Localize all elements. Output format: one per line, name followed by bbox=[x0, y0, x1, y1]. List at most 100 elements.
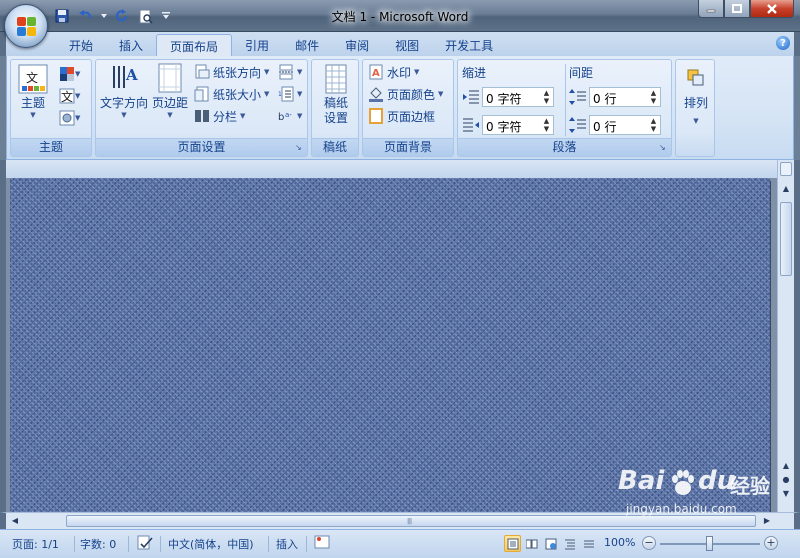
chevron-down-icon: ▼ bbox=[75, 70, 81, 78]
theme-group-label: 主题 bbox=[11, 138, 91, 156]
size-button[interactable]: 纸张大小 ▼ bbox=[194, 84, 269, 104]
svg-text:1: 1 bbox=[278, 91, 282, 98]
chevron-down-icon: ▼ bbox=[167, 111, 173, 119]
chevron-down-icon: ▼ bbox=[264, 68, 270, 76]
office-button[interactable] bbox=[4, 4, 48, 48]
ruler-strip bbox=[6, 160, 782, 178]
page-borders-icon bbox=[368, 108, 384, 124]
browse-object-icon[interactable]: ● bbox=[779, 474, 793, 486]
view-buttons bbox=[504, 535, 597, 552]
maximize-button[interactable] bbox=[724, 0, 750, 18]
chevron-down-icon: ▼ bbox=[297, 90, 303, 98]
orientation-button[interactable]: 纸张方向 ▼ bbox=[194, 62, 269, 82]
web-layout-view-icon[interactable] bbox=[542, 535, 559, 552]
draft-paper-settings-button[interactable]: 稿纸 设置 bbox=[316, 64, 356, 126]
scroll-left-icon[interactable]: ◀ bbox=[8, 514, 22, 528]
minimize-button[interactable] bbox=[698, 0, 724, 18]
page-setup-group: A 文字方向 ▼ 页边距 ▼ 纸张方向 ▼ 纸张大小 ▼ 分栏 ▼ ▼ 1 ▼ … bbox=[95, 59, 308, 157]
columns-button[interactable]: 分栏 ▼ bbox=[194, 106, 245, 126]
ribbon-tabs-bar: 开始 插入 页面布局 引用 邮件 审阅 视图 开发工具 ? bbox=[0, 32, 800, 56]
theme-fonts-button[interactable]: 文 ▼ bbox=[59, 86, 80, 106]
page-color-button[interactable]: 页面颜色 ▼ bbox=[368, 84, 443, 104]
tab-view[interactable]: 视图 bbox=[382, 34, 432, 56]
draft-paper-group: 稿纸 设置 稿纸 bbox=[311, 59, 359, 157]
spelling-check-icon[interactable] bbox=[136, 534, 154, 555]
margins-button[interactable]: 页边距 ▼ bbox=[150, 62, 190, 119]
insert-mode-indicator[interactable]: 插入 bbox=[276, 536, 298, 552]
hyphenation-button[interactable]: b a- ▼ bbox=[278, 106, 302, 126]
print-layout-view-icon[interactable] bbox=[504, 535, 521, 552]
scroll-up-icon[interactable]: ▲ bbox=[779, 182, 793, 196]
hyphenation-icon: b a- bbox=[278, 108, 294, 124]
outline-view-icon[interactable] bbox=[561, 535, 578, 552]
spacing-after-icon bbox=[569, 117, 586, 133]
tab-page-layout[interactable]: 页面布局 bbox=[156, 34, 233, 56]
chevron-down-icon: ▼ bbox=[75, 114, 81, 122]
zoom-slider-thumb[interactable] bbox=[706, 536, 713, 551]
orientation-icon bbox=[194, 64, 210, 80]
zoom-level[interactable]: 100% bbox=[604, 536, 635, 549]
indent-right-control: 0 字符 ▲ ▼ bbox=[462, 114, 554, 136]
theme-colors-icon bbox=[60, 67, 74, 81]
vertical-scrollbar[interactable]: ▲ ▲ ● ▼ bbox=[777, 160, 794, 512]
next-page-icon[interactable]: ▼ bbox=[779, 488, 793, 500]
ribbon-tabs: 开始 插入 页面布局 引用 邮件 审阅 视图 开发工具 bbox=[56, 34, 506, 56]
theme-effects-button[interactable]: ▼ bbox=[59, 108, 80, 128]
tab-mailings[interactable]: 邮件 bbox=[282, 34, 332, 56]
spacing-after-input[interactable]: 0 行 ▲ ▼ bbox=[589, 115, 661, 135]
arrange-group: 排列 ▼ bbox=[675, 59, 715, 157]
vertical-scroll-thumb[interactable] bbox=[780, 202, 792, 276]
chevron-down-icon: ▼ bbox=[240, 112, 246, 120]
tab-references[interactable]: 引用 bbox=[232, 34, 282, 56]
indent-right-input[interactable]: 0 字符 ▲ ▼ bbox=[482, 115, 554, 135]
themes-icon: 文 bbox=[18, 64, 48, 94]
indent-right-icon bbox=[463, 118, 479, 132]
language-indicator[interactable]: 中文(简体，中国) bbox=[168, 536, 254, 552]
spacing-before-control: 0 行 ▲ ▼ bbox=[569, 86, 661, 108]
zoom-out-button[interactable]: − bbox=[642, 536, 656, 550]
help-icon[interactable]: ? bbox=[776, 36, 790, 50]
page-borders-button[interactable]: 页面边框 bbox=[368, 106, 435, 126]
page-background-group-label: 页面背景 bbox=[363, 138, 453, 156]
page-setup-dialog-launcher-icon[interactable]: ↘ bbox=[295, 144, 304, 153]
text-direction-button[interactable]: A 文字方向 ▼ bbox=[98, 62, 150, 119]
document-page[interactable] bbox=[10, 178, 770, 512]
indent-left-input[interactable]: 0 字符 ▲ ▼ bbox=[482, 87, 554, 107]
page-count[interactable]: 页面: 1/1 bbox=[12, 536, 59, 552]
theme-fonts-icon: 文 bbox=[59, 88, 75, 104]
full-screen-reading-view-icon[interactable] bbox=[523, 535, 540, 552]
spacing-before-input[interactable]: 0 行 ▲ ▼ bbox=[589, 87, 661, 107]
chevron-down-icon: ▼ bbox=[693, 117, 699, 125]
chevron-down-icon: ▼ bbox=[297, 112, 303, 120]
chevron-down-icon: ▼ bbox=[438, 90, 444, 98]
draft-view-icon[interactable] bbox=[580, 535, 597, 552]
paragraph-group-label: 段落 bbox=[458, 138, 671, 156]
view-ruler-icon[interactable] bbox=[780, 162, 792, 176]
word-count[interactable]: 字数: 0 bbox=[80, 536, 116, 552]
tab-developer[interactable]: 开发工具 bbox=[432, 34, 506, 56]
title-bar: 文档 1 - Microsoft Word bbox=[0, 0, 800, 32]
chevron-down-icon: ▼ bbox=[30, 111, 36, 119]
svg-text:b: b bbox=[278, 112, 284, 123]
horizontal-scrollbar[interactable]: ◀ |||| ▶ bbox=[0, 512, 800, 529]
previous-page-icon[interactable]: ▲ bbox=[779, 460, 793, 472]
watermark-button[interactable]: A 水印 ▼ bbox=[368, 62, 419, 82]
horizontal-scroll-thumb[interactable]: |||| bbox=[66, 515, 756, 527]
breaks-button[interactable]: ▼ bbox=[278, 62, 302, 82]
page-color-icon bbox=[368, 86, 384, 102]
window-title: 文档 1 - Microsoft Word bbox=[331, 10, 469, 24]
zoom-in-button[interactable]: + bbox=[764, 536, 778, 550]
theme-colors-button[interactable]: ▼ bbox=[59, 64, 80, 84]
tab-review[interactable]: 审阅 bbox=[332, 34, 382, 56]
paragraph-dialog-launcher-icon[interactable]: ↘ bbox=[659, 144, 668, 153]
document-area: ▲ ▲ ● ▼ bbox=[0, 160, 800, 513]
scroll-right-icon[interactable]: ▶ bbox=[760, 514, 774, 528]
tab-home[interactable]: 开始 bbox=[56, 34, 106, 56]
themes-button[interactable]: 文 主题 ▼ bbox=[15, 64, 51, 119]
line-numbers-button[interactable]: 1 ▼ bbox=[278, 84, 302, 104]
close-button[interactable] bbox=[750, 0, 794, 18]
chevron-down-icon: ▼ bbox=[264, 90, 270, 98]
arrange-button[interactable]: 排列 ▼ bbox=[678, 68, 714, 125]
tab-insert[interactable]: 插入 bbox=[106, 34, 156, 56]
macro-record-icon[interactable] bbox=[314, 534, 330, 553]
